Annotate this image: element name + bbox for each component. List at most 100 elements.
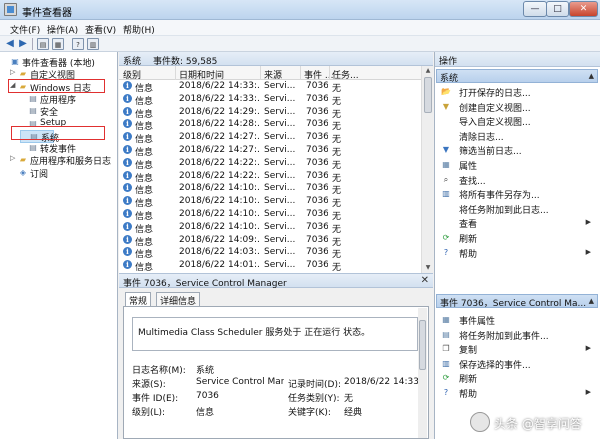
- table-row[interactable]: i 信息 2018/6/22 14:29:... Servi... 7036 无: [119, 106, 421, 120]
- event-list: i 信息 2018/6/22 14:33:... Servi... 7036 无 i 信息 20…: [119, 80, 421, 273]
- field-level[interactable]: 信息: [196, 405, 214, 418]
- action-item[interactable]: ⟳ 刷新: [435, 232, 595, 245]
- actions-section-event[interactable]: 事件 7036，Service Control Ma... ▲: [436, 294, 598, 308]
- action-item[interactable]: 清除日志...: [435, 130, 595, 143]
- action-label: 导入自定义视图...: [459, 118, 531, 129]
- show-action-pane-icon[interactable]: ▥: [87, 38, 99, 50]
- table-row[interactable]: i 信息 2018/6/22 14:33:... Servi... 7036 无: [119, 93, 421, 107]
- menu-file[interactable]: 文件(F): [10, 23, 40, 36]
- cell-id: 7036: [306, 157, 328, 168]
- back-arrow-icon[interactable]: ◀: [4, 38, 16, 50]
- collapse-up-icon[interactable]: ▲: [589, 72, 594, 80]
- action-item[interactable]: 查看 ▶: [435, 217, 595, 230]
- expand-arrow-icon[interactable]: ▷: [10, 154, 18, 162]
- table-row[interactable]: i 信息 2018/6/22 14:10:... Servi... 7036 无: [119, 208, 421, 222]
- tree-node-label: 应用程序: [40, 95, 77, 106]
- event-list-scrollbar[interactable]: ▲ ▼: [421, 66, 433, 273]
- action-item[interactable]: ⌕ 查找...: [435, 174, 595, 187]
- field-keywords[interactable]: 经典: [344, 405, 362, 418]
- menu-action[interactable]: 操作(A): [47, 23, 78, 36]
- folder-icon: ▰: [19, 69, 27, 79]
- action-item[interactable]: ❐ 复制 ▶: [435, 343, 595, 356]
- table-row[interactable]: i 信息 2018/6/22 14:03:... Servi... 7036 无: [119, 246, 421, 260]
- action-item[interactable]: 📂 打开保存的日志...: [435, 86, 595, 99]
- menu-view[interactable]: 查看(V): [85, 23, 116, 36]
- collapse-up-icon[interactable]: ▲: [589, 297, 594, 305]
- cell-date: 2018/6/22 14:29:...: [179, 106, 259, 117]
- help-icon[interactable]: ?: [72, 38, 84, 50]
- table-row[interactable]: i 信息 2018/6/22 14:10:... Servi... 7036 无: [119, 182, 421, 196]
- action-label: 刷新: [459, 235, 478, 245]
- scroll-up-icon[interactable]: ▲: [423, 66, 433, 76]
- action-item[interactable]: ▥ 保存选择的事件...: [435, 358, 595, 371]
- action-item[interactable]: ▼ 创建自定义视图...: [435, 101, 595, 114]
- column-divider: [300, 66, 301, 80]
- field-source[interactable]: Service Control Man: [196, 377, 284, 387]
- action-label: 将任务附加到此事件...: [459, 331, 549, 342]
- table-row[interactable]: i 信息 2018/6/22 14:09:... Servi... 7036 无: [119, 234, 421, 248]
- scroll-thumb[interactable]: [424, 77, 432, 113]
- scroll-down-icon[interactable]: ▼: [423, 263, 433, 273]
- cell-source: Servi...: [264, 260, 296, 271]
- field-task-category[interactable]: 无: [344, 391, 353, 404]
- info-icon: i: [123, 196, 132, 206]
- action-item[interactable]: ⟳ 刷新: [435, 372, 595, 385]
- table-row[interactable]: i 信息 2018/6/22 14:28:... Servi... 7036 无: [119, 118, 421, 132]
- cell-source: Servi...: [264, 247, 296, 258]
- tab-details[interactable]: 详细信息: [156, 292, 201, 307]
- close-icon[interactable]: ✕: [421, 275, 429, 286]
- table-row[interactable]: i 信息 2018/6/22 14:27:... Servi... 7036 无: [119, 144, 421, 158]
- close-button[interactable]: ✕: [569, 1, 598, 17]
- expanded-arrow-icon[interactable]: ◢: [10, 81, 18, 89]
- scroll-thumb[interactable]: [419, 320, 426, 370]
- menu-help[interactable]: 帮助(H): [123, 23, 155, 36]
- cell-id: 7036: [306, 260, 328, 271]
- minimize-button[interactable]: —: [523, 1, 547, 17]
- cell-source: Servi...: [264, 196, 296, 207]
- action-label: 筛选当前日志...: [459, 147, 522, 158]
- table-row[interactable]: i 信息 2018/6/22 14:27:... Servi... 7036 无: [119, 131, 421, 145]
- title-bar[interactable]: 事件查看器 — □ ✕: [0, 0, 600, 20]
- forward-arrow-icon[interactable]: ▶: [17, 38, 29, 50]
- field-event-id[interactable]: 7036: [196, 391, 219, 401]
- table-row[interactable]: i 信息 2018/6/22 14:10:... Servi... 7036 无: [119, 195, 421, 209]
- actions-section-log[interactable]: 系统 ▲: [436, 69, 598, 83]
- expand-arrow-icon[interactable]: ▷: [10, 68, 18, 76]
- action-item[interactable]: 导入自定义视图...: [435, 115, 595, 128]
- action-item[interactable]: ? 帮助 ▶: [435, 387, 595, 400]
- tab-general[interactable]: 常规: [125, 292, 152, 307]
- maximize-button[interactable]: □: [546, 1, 569, 17]
- action-item[interactable]: ▦ 事件属性: [435, 314, 595, 327]
- cell-source: Servi...: [264, 106, 296, 117]
- field-log-name[interactable]: 系统: [196, 363, 214, 376]
- action-item[interactable]: ▦ 属性: [435, 159, 595, 172]
- action-label: 清除日志...: [459, 132, 504, 143]
- log-icon: ▤: [29, 106, 37, 116]
- action-item[interactable]: ▤ 将任务附加到此事件...: [435, 329, 595, 342]
- event-description[interactable]: Multimedia Class Scheduler 服务处于 正在运行 状态。: [132, 317, 418, 351]
- table-row[interactable]: i 信息 2018/6/22 14:33:... Servi... 7036 无: [119, 80, 421, 94]
- table-row[interactable]: i 信息 2018/6/22 14:01:... Servi... 7036 无: [119, 259, 421, 273]
- folder-up-icon[interactable]: ▤: [37, 38, 49, 50]
- field-logged-time[interactable]: 2018/6/22 14:33:3: [344, 377, 420, 387]
- action-item[interactable]: 将任务附加到此日志...: [435, 203, 595, 216]
- cell-date: 2018/6/22 14:28:...: [179, 119, 259, 130]
- watermark-avatar-icon: [470, 412, 490, 432]
- table-row[interactable]: i 信息 2018/6/22 14:22:... Servi... 7036 无: [119, 170, 421, 184]
- action-item[interactable]: ▥ 将所有事件另存为...: [435, 188, 595, 201]
- table-row[interactable]: i 信息 2018/6/22 14:22:... Servi... 7036 无: [119, 157, 421, 171]
- cell-id: 7036: [306, 145, 328, 155]
- cell-id: 7036: [306, 247, 328, 258]
- save-icon: ▥: [442, 358, 450, 368]
- action-label: 事件属性: [459, 317, 496, 327]
- tree-node[interactable]: ▤ 系统: [20, 129, 59, 144]
- action-label: 复制: [459, 346, 478, 357]
- cell-level: 信息: [135, 263, 154, 273]
- action-item[interactable]: ? 帮助 ▶: [435, 247, 595, 260]
- action-item[interactable]: ▼ 筛选当前日志...: [435, 144, 595, 157]
- table-row[interactable]: i 信息 2018/6/22 14:10:... Servi... 7036 无: [119, 221, 421, 235]
- cell-id: 7036: [306, 170, 328, 181]
- show-hide-tree-icon[interactable]: ▦: [52, 38, 64, 50]
- detail-scrollbar[interactable]: [418, 308, 427, 438]
- info-icon: i: [123, 209, 132, 218]
